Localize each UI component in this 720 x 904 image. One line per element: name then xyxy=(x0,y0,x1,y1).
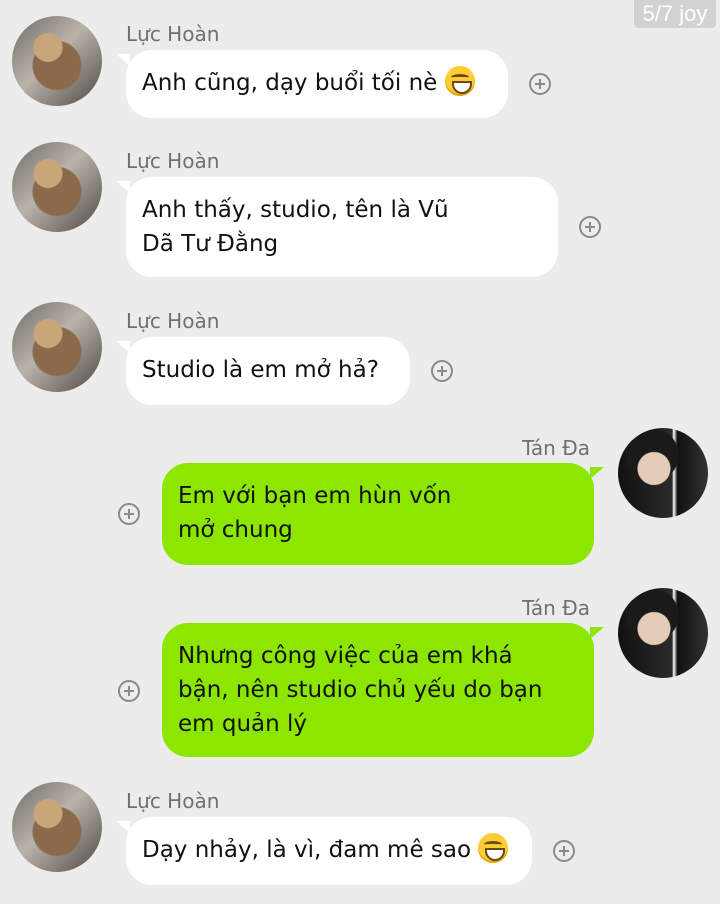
watermark: 5/7 joy xyxy=(634,0,716,28)
laughing-face-emoji xyxy=(478,833,509,863)
message-text-line: bận, nên studio chủ yếu do bạn xyxy=(178,677,543,703)
add-reaction-icon[interactable] xyxy=(118,503,140,525)
message-text-line: Dã Tư Đằng xyxy=(142,231,279,257)
message-bubble[interactable]: Anh thấy, studio, tên là Vũ Dã Tư Đằng xyxy=(116,177,558,277)
sender-name: Lực Hoàn xyxy=(126,309,220,333)
sender-name: Lực Hoàn xyxy=(126,789,220,813)
add-reaction-icon[interactable] xyxy=(553,840,575,862)
message-bubble[interactable]: Studio là em mở hả? xyxy=(116,337,410,405)
message-text-line: Em với bạn em hùn vốn xyxy=(178,483,452,509)
avatar-luc-hoan[interactable] xyxy=(12,782,102,872)
message-bubble[interactable]: Dạy nhảy, là vì, đam mê sao xyxy=(116,817,532,885)
message-text-line: em quản lý xyxy=(178,711,308,737)
avatar-luc-hoan[interactable] xyxy=(12,302,102,392)
sender-name: Tán Đa xyxy=(522,596,590,620)
add-reaction-icon[interactable] xyxy=(118,680,140,702)
avatar-luc-hoan[interactable] xyxy=(12,142,102,232)
message-text: Dạy nhảy, là vì, đam mê sao xyxy=(142,837,472,863)
add-reaction-icon[interactable] xyxy=(529,73,551,95)
message-text-line: mở chung xyxy=(178,517,293,543)
message-bubble[interactable]: Em với bạn em hùn vốn mở chung xyxy=(162,463,604,565)
avatar-tan-da[interactable] xyxy=(618,588,708,678)
avatar-tan-da[interactable] xyxy=(618,428,708,518)
message-bubble[interactable]: Anh cũng, dạy buổi tối nè xyxy=(116,50,508,118)
message-text-line: Nhưng công việc của em khá xyxy=(178,643,513,669)
message-bubble[interactable]: Nhưng công việc của em khá bận, nên stud… xyxy=(162,623,604,757)
message-text-line: Anh thấy, studio, tên là Vũ xyxy=(142,197,449,223)
grinning-face-emoji xyxy=(444,66,475,96)
message-text: Studio là em mở hả? xyxy=(142,357,379,383)
add-reaction-icon[interactable] xyxy=(579,216,601,238)
sender-name: Tán Đa xyxy=(522,436,590,460)
sender-name: Lực Hoàn xyxy=(126,22,220,46)
message-text: Anh cũng, dạy buổi tối nè xyxy=(142,70,438,96)
add-reaction-icon[interactable] xyxy=(431,360,453,382)
avatar-luc-hoan[interactable] xyxy=(12,16,102,106)
sender-name: Lực Hoàn xyxy=(126,149,220,173)
